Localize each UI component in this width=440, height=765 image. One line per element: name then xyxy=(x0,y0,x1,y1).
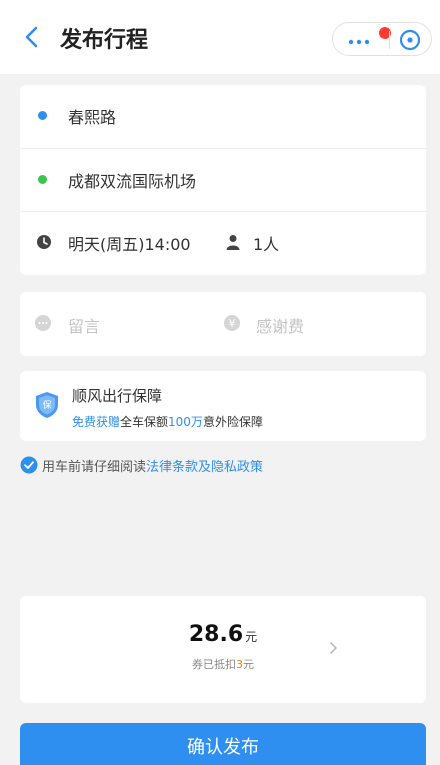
legal-privacy-link[interactable]: 法律条款及隐私政策 xyxy=(146,460,263,475)
message-field[interactable]: 留言 xyxy=(68,313,100,337)
insurance-coverage-label: 全车保额 xyxy=(120,415,169,429)
destination-text: 成都双流国际机场 xyxy=(68,172,197,191)
passenger-count[interactable]: 1人 xyxy=(253,231,279,255)
insurance-title: 顺风出行保障 xyxy=(72,387,163,405)
origin-dot-icon xyxy=(38,111,47,120)
destination-row[interactable]: 成都双流国际机场 xyxy=(20,148,426,210)
price-card[interactable]: 28.6 元 券已抵扣3元 xyxy=(20,596,426,703)
price-unit: 元 xyxy=(245,630,258,644)
yen-coin-icon: ¥ xyxy=(224,315,240,331)
capsule-divider xyxy=(389,31,390,49)
person-icon xyxy=(226,235,240,250)
origin-text: 春熙路 xyxy=(68,108,117,127)
price-amount: 28.6 xyxy=(188,622,244,647)
coupon-note: 券已抵扣3元 xyxy=(20,656,426,672)
extras-card: 留言 ¥ 感谢费 xyxy=(20,292,426,356)
coupon-suffix: 元 xyxy=(243,658,254,671)
insurance-subtitle: 免费获赠全车保额100万意外险保障 xyxy=(72,413,263,430)
agreement-text: 用车前请仔细阅读法律条款及隐私政策 xyxy=(42,456,263,475)
agreement-prefix: 用车前请仔细阅读 xyxy=(42,460,147,475)
coupon-prefix: 券已抵扣 xyxy=(192,658,236,671)
checkmark-circle-icon[interactable] xyxy=(20,456,38,474)
coupon-amount: 3 xyxy=(236,658,243,671)
destination-dot-icon xyxy=(38,175,47,184)
thanks-fee-field[interactable]: 感谢费 xyxy=(256,313,304,337)
chevron-left-icon xyxy=(25,26,38,48)
insurance-amount: 100万 xyxy=(168,415,203,429)
page-title: 发布行程 xyxy=(60,28,149,53)
clock-icon xyxy=(37,235,51,249)
close-miniprogram-button[interactable] xyxy=(397,27,423,53)
chat-bubble-icon xyxy=(35,315,51,331)
navbar: 发布行程 xyxy=(0,0,440,74)
insurance-card[interactable]: 保 顺风出行保障 免费获赠全车保额100万意外险保障 xyxy=(20,371,426,441)
price-display: 28.6 元 xyxy=(20,622,426,647)
chevron-right-icon[interactable] xyxy=(327,640,341,656)
more-dots-icon xyxy=(348,39,370,45)
route-card: 春熙路 成都双流国际机场 明天(周五)14:00 1人 xyxy=(20,85,426,275)
time-passenger-row: 明天(周五)14:00 1人 xyxy=(20,211,426,273)
back-button[interactable] xyxy=(18,22,48,52)
agreement-row: 用车前请仔细阅读法律条款及隐私政策 xyxy=(20,455,430,475)
confirm-publish-button[interactable]: 确认发布 xyxy=(20,723,426,765)
close-circle-icon xyxy=(399,29,421,51)
origin-row[interactable]: 春熙路 xyxy=(20,85,426,147)
svg-text:¥: ¥ xyxy=(229,317,236,330)
miniprogram-capsule xyxy=(332,22,432,56)
departure-time[interactable]: 明天(周五)14:00 xyxy=(68,231,191,255)
svg-text:保: 保 xyxy=(42,399,51,411)
insurance-free-gift: 免费获赠 xyxy=(72,415,121,429)
more-button[interactable] xyxy=(347,27,391,49)
insurance-type: 意外险保障 xyxy=(202,415,263,429)
shield-icon: 保 xyxy=(36,392,58,418)
